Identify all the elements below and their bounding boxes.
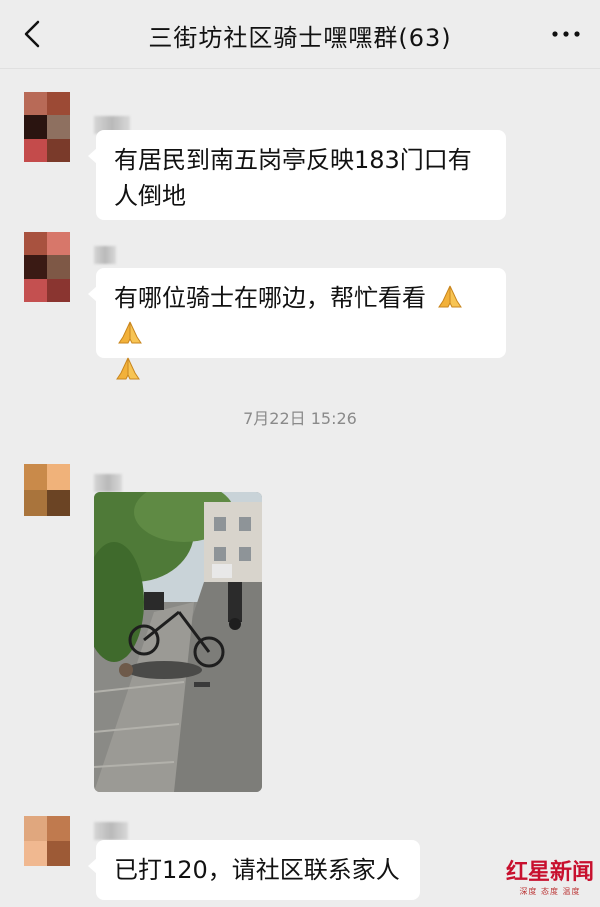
watermark-logo: 红星新闻 深度 态度 温度 — [506, 854, 594, 897]
sender-name-blurred — [94, 822, 128, 840]
message-bubble[interactable]: 有哪位骑士在哪边，帮忙看看 — [88, 268, 506, 380]
image-message[interactable] — [94, 492, 262, 792]
message-bubble[interactable]: 有居民到南五岗亭反映183门口有 人倒地 — [88, 130, 506, 220]
message-text: 有居民到南五岗亭反映183门口有 — [114, 146, 472, 174]
message-text: 已打120，请社区联系家人 — [114, 856, 400, 884]
watermark-logo-text: 红星新闻 — [505, 859, 594, 885]
message-text-line: 有哪位骑士在哪边，帮忙看看 — [114, 280, 488, 352]
message-emoji-line — [114, 352, 488, 388]
message-timestamp: 7月22日 15:26 — [243, 409, 357, 428]
folded-hands-emoji-icon — [116, 357, 140, 380]
message-text: 有哪位骑士在哪边，帮忙看看 — [114, 284, 426, 312]
chat-header: 三街坊社区骑士嘿嘿群(63) — [0, 0, 600, 69]
watermark-sub-text: 深度 态度 温度 — [519, 887, 581, 896]
folded-hands-emoji-icon — [437, 285, 462, 308]
more-dots-icon — [552, 31, 580, 37]
more-button[interactable] — [546, 14, 586, 54]
photo-image — [94, 492, 262, 792]
sender-name-blurred — [94, 474, 122, 492]
chat-title: 三街坊社区骑士嘿嘿群(63) — [148, 24, 452, 52]
avatar[interactable] — [24, 464, 70, 516]
avatar[interactable] — [24, 232, 70, 302]
message-bubble[interactable]: 已打120，请社区联系家人 — [88, 840, 420, 900]
avatar[interactable] — [24, 816, 70, 866]
avatar[interactable] — [24, 92, 70, 162]
folded-hands-emoji-icon — [118, 321, 142, 344]
sender-name-blurred — [94, 246, 116, 264]
message-text-line-2: 人倒地 — [114, 182, 186, 210]
